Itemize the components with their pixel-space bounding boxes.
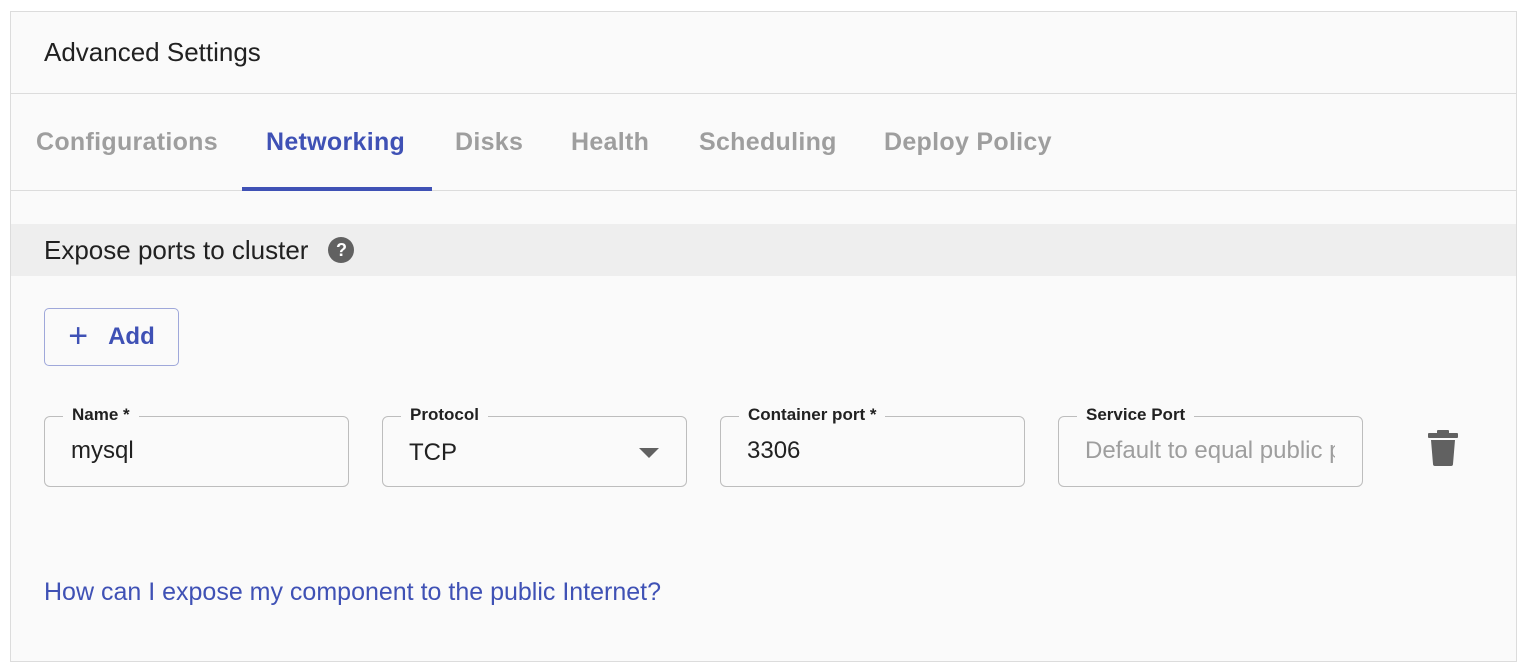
protocol-select[interactable]: Protocol TCP [382, 404, 687, 487]
service-port-field[interactable]: Service Port [1058, 404, 1363, 487]
container-port-field[interactable]: Container port * [720, 404, 1025, 487]
help-icon[interactable]: ? [328, 237, 355, 263]
tab-networking[interactable]: Networking [266, 94, 405, 190]
panel-title: Advanced Settings [11, 12, 1516, 94]
service-port-input[interactable] [1085, 417, 1335, 485]
plus-icon: + [68, 316, 89, 355]
active-tab-indicator [242, 187, 432, 191]
expose-public-help-link[interactable]: How can I expose my component to the pub… [44, 578, 661, 607]
container-port-input[interactable] [747, 417, 997, 485]
section-title: Expose ports to cluster [44, 234, 309, 265]
section-header: Expose ports to cluster ? [11, 224, 1516, 276]
tab-health[interactable]: Health [571, 94, 649, 190]
name-input[interactable] [71, 417, 321, 485]
tab-configurations[interactable]: Configurations [36, 94, 218, 190]
settings-tabs: Configurations Networking Disks Health S… [11, 94, 1516, 191]
dropdown-arrow-icon[interactable] [639, 448, 659, 458]
delete-icon[interactable] [1428, 430, 1458, 466]
add-port-button[interactable]: + Add [44, 308, 179, 366]
add-button-label: Add [108, 323, 155, 350]
name-field[interactable]: Name * [44, 404, 349, 487]
tab-disks[interactable]: Disks [455, 94, 523, 190]
tab-scheduling[interactable]: Scheduling [699, 94, 837, 190]
protocol-selected-value: TCP [409, 439, 457, 466]
advanced-settings-panel: Advanced Settings Configurations Network… [10, 11, 1517, 662]
tab-deploy-policy[interactable]: Deploy Policy [884, 94, 1052, 190]
